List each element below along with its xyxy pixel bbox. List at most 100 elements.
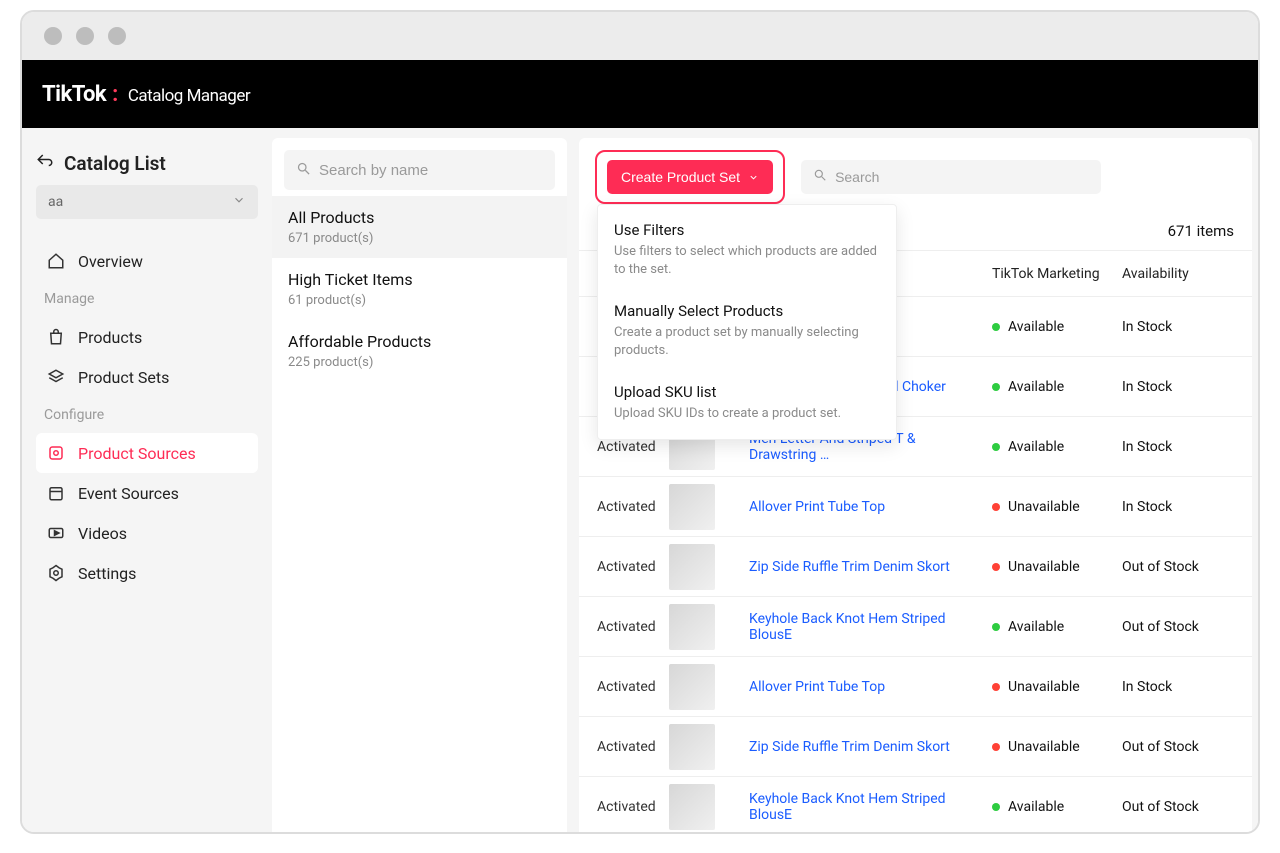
sidebar-item-label: Products — [78, 328, 142, 347]
col-availability: Availability — [1122, 266, 1252, 282]
status-dot-icon — [992, 503, 1000, 511]
window-dot — [44, 27, 62, 45]
sidebar-item-videos[interactable]: Videos — [36, 513, 258, 553]
product-link[interactable]: Allover Print Tube Top — [749, 499, 885, 515]
row-thumbnail — [669, 724, 749, 770]
product-set-count: 225 product(s) — [288, 355, 551, 370]
browser-window: TikTok: Catalog Manager Catalog List aa — [20, 10, 1260, 834]
product-link[interactable]: Keyhole Back Knot Hem Striped BlousE — [749, 611, 946, 643]
row-marketing: Available — [992, 799, 1122, 815]
sidebar: Catalog List aa Overview Manage Produ — [22, 128, 272, 832]
sidebar-item-settings[interactable]: Settings — [36, 553, 258, 593]
row-availability: In Stock — [1122, 319, 1252, 335]
create-option-desc: Upload SKU IDs to create a product set. — [614, 405, 880, 423]
product-link[interactable]: Keyhole Back Knot Hem Striped BlousE — [749, 791, 946, 823]
app-body: Catalog List aa Overview Manage Produ — [22, 128, 1258, 832]
create-product-set-highlight: Create Product Set Use FiltersUse filter… — [595, 150, 785, 204]
row-availability: In Stock — [1122, 439, 1252, 455]
product-set-count: 61 product(s) — [288, 293, 551, 308]
create-button-label: Create Product Set — [621, 169, 740, 185]
create-option-desc: Use filters to select which products are… — [614, 243, 880, 278]
row-marketing: Unavailable — [992, 559, 1122, 575]
app-name: Catalog Manager — [128, 86, 250, 106]
row-availability: Out of Stock — [1122, 739, 1252, 755]
table-row: Activated Keyhole Back Knot Hem Striped B… — [579, 597, 1252, 657]
product-set-item[interactable]: High Ticket Items 61 product(s) — [272, 258, 567, 320]
catalog-select-value: aa — [48, 194, 63, 210]
row-availability: In Stock — [1122, 379, 1252, 395]
home-icon — [46, 251, 66, 271]
create-option-title: Upload SKU list — [614, 383, 880, 401]
chevron-down-icon — [748, 172, 759, 183]
create-product-set-dropdown: Use Filters Use filters to select which p… — [597, 204, 897, 440]
sidebar-section-configure: Configure — [36, 403, 258, 427]
sidebar-item-label: Product Sets — [78, 368, 169, 387]
products-search[interactable] — [801, 160, 1101, 194]
create-option[interactable]: Manually Select ProductsCreate a product… — [598, 290, 896, 371]
create-option[interactable]: Upload SKU list Upload SKU IDs to create … — [598, 371, 896, 435]
window-titlebar — [22, 12, 1258, 60]
status-dot-icon — [992, 563, 1000, 571]
product-thumb — [669, 664, 715, 710]
back-icon[interactable] — [36, 152, 54, 175]
sidebar-item-label: Event Sources — [78, 484, 179, 503]
product-link[interactable]: Zip Side Ruffle Trim Denim Skort — [749, 559, 950, 575]
product-set-search-input[interactable] — [319, 162, 543, 179]
product-set-item[interactable]: Affordable Products225 product(s) — [272, 320, 567, 382]
row-product-name: Keyhole Back Knot Hem Striped BlousE — [749, 791, 992, 823]
row-availability: Out of Stock — [1122, 559, 1252, 575]
row-marketing: Unavailable — [992, 499, 1122, 515]
sidebar-item-event-sources[interactable]: Event Sources — [36, 473, 258, 513]
row-product-name: Allover Print Tube Top — [749, 679, 992, 695]
row-thumbnail — [669, 604, 749, 650]
row-product-name: Zip Side Ruffle Trim Denim Skort — [749, 559, 992, 575]
row-status: Activated — [579, 439, 669, 455]
product-link[interactable]: Zip Side Ruffle Trim Denim Skort — [749, 739, 950, 755]
bag-icon — [46, 327, 66, 347]
row-status: Activated — [579, 619, 669, 635]
product-set-item[interactable]: All Products671 product(s) — [272, 196, 567, 258]
status-dot-icon — [992, 743, 1000, 751]
search-icon — [296, 161, 311, 180]
product-set-search[interactable] — [284, 150, 555, 190]
create-product-set-button[interactable]: Create Product Set — [607, 160, 773, 194]
row-thumbnail — [669, 544, 749, 590]
product-link[interactable]: Allover Print Tube Top — [749, 679, 885, 695]
sidebar-item-product-sources[interactable]: Product Sources — [36, 433, 258, 473]
row-product-name: Zip Side Ruffle Trim Denim Skort — [749, 739, 992, 755]
source-icon — [46, 443, 66, 463]
product-set-name: All Products — [288, 208, 551, 227]
product-thumb — [669, 784, 715, 830]
row-marketing: Available — [992, 379, 1122, 395]
sidebar-item-label: Overview — [78, 252, 143, 271]
create-option-title: Manually Select Products — [614, 302, 880, 320]
row-availability: Out of Stock — [1122, 619, 1252, 635]
app-logo: TikTok: Catalog Manager — [42, 82, 250, 107]
window-dot — [108, 27, 126, 45]
sidebar-item-label: Product Sources — [78, 444, 196, 463]
brand-colon: : — [112, 82, 118, 107]
sidebar-title: Catalog List — [64, 152, 166, 175]
products-search-input[interactable] — [835, 169, 1089, 185]
search-icon — [813, 168, 827, 186]
row-product-name: Keyhole Back Knot Hem Striped BlousE — [749, 611, 992, 643]
create-option[interactable]: Use Filters Use filters to select which p… — [598, 209, 896, 290]
row-marketing: Unavailable — [992, 679, 1122, 695]
sidebar-item-products[interactable]: Products — [36, 317, 258, 357]
row-availability: In Stock — [1122, 679, 1252, 695]
catalog-select[interactable]: aa — [36, 185, 258, 219]
table-row: ActivatedZip Side Ruffle Trim Denim Skor… — [579, 537, 1252, 597]
sidebar-item-product-sets[interactable]: Product Sets — [36, 357, 258, 397]
status-dot-icon — [992, 623, 1000, 631]
create-option-title: Use Filters — [614, 221, 880, 239]
row-product-name: Allover Print Tube Top — [749, 499, 992, 515]
sidebar-section-manage: Manage — [36, 287, 258, 311]
status-dot-icon — [992, 803, 1000, 811]
row-marketing: Available — [992, 619, 1122, 635]
status-dot-icon — [992, 683, 1000, 691]
row-marketing: Unavailable — [992, 739, 1122, 755]
sidebar-item-overview[interactable]: Overview — [36, 241, 258, 281]
product-set-name: High Ticket Items — [288, 270, 551, 289]
table-row: ActivatedAllover Print Tube TopUnavailab… — [579, 477, 1252, 537]
row-marketing: Available — [992, 319, 1122, 335]
